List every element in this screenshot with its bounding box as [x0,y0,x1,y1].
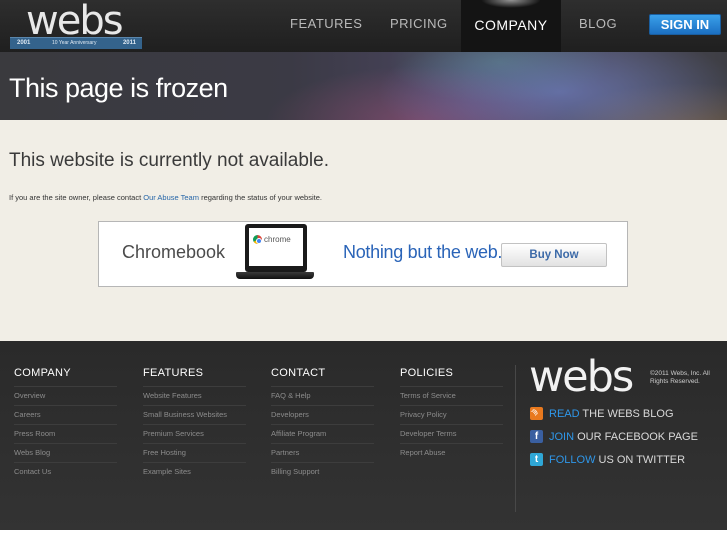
footer-column-contact: CONTACT FAQ & Help Developers Affiliate … [271,367,374,481]
footer-logo[interactable]: webs [529,352,634,402]
footer-column-company: COMPANY Overview Careers Press Room Webs… [14,367,117,481]
footer-link[interactable]: Website Features [143,386,246,405]
footer-column-title: POLICIES [400,367,454,379]
twitter-icon: t [530,452,543,466]
anniversary-ribbon: 2001 10 Year Anniversary 2011 [10,37,142,49]
owner-notice: If you are the site owner, please contac… [9,193,322,202]
footer-column-title: FEATURES [143,367,204,379]
social-text: US ON TWITTER [598,454,686,466]
rss-icon [530,406,543,420]
ribbon-start-year: 2001 [17,40,31,46]
social-highlight: JOIN [549,431,575,443]
nav-company[interactable]: COMPANY [461,0,561,52]
footer-link[interactable]: Developer Terms [400,424,503,443]
page-title: This page is frozen [9,73,228,103]
social-text: OUR FACEBOOK PAGE [577,431,698,443]
social-highlight: READ [549,408,580,420]
webs-logo[interactable]: webs 2001 10 Year Anniversary 2011 [10,0,142,49]
footer-link[interactable]: Terms of Service [400,386,503,405]
footer-column-title: CONTACT [271,367,326,379]
footer-link[interactable]: Careers [14,405,117,424]
social-text: THE WEBS BLOG [582,408,674,420]
ad-product-name: Chromebook [122,242,226,262]
footer-column-features: FEATURES Website Features Small Business… [143,367,246,481]
nav-features[interactable]: FEATURES [290,0,362,52]
notice-suffix: regarding the status of your website. [198,193,322,202]
chrome-icon [253,235,262,244]
footer-link[interactable]: Privacy Policy [400,405,503,424]
notice-prefix: If you are the site owner, please contac… [9,193,144,202]
facebook-icon: f [530,429,543,443]
twitter-link[interactable]: t FOLLOW US ON TWITTER [530,452,686,467]
read-blog-link[interactable]: READ THE WEBS BLOG [530,406,674,421]
footer-link[interactable]: Partners [271,443,374,462]
footer-column-title: COMPANY [14,367,71,379]
footer-link[interactable]: Affiliate Program [271,424,374,443]
top-navigation-bar: webs 2001 10 Year Anniversary 2011 FEATU… [0,0,727,52]
nav-blog[interactable]: BLOG [579,0,617,52]
footer-link[interactable]: Free Hosting [143,443,246,462]
ad-slogan: Nothing but the web. [343,242,503,262]
laptop-screen: chrome [249,228,303,266]
footer-link[interactable]: Press Room [14,424,117,443]
laptop-base [236,272,314,279]
ribbon-caption: 10 Year Anniversary [52,40,97,46]
site-footer: COMPANY Overview Careers Press Room Webs… [0,341,727,530]
buy-now-button[interactable]: Buy Now [501,243,607,267]
footer-link[interactable]: Small Business Websites [143,405,246,424]
laptop-image: chrome [245,224,307,272]
footer-link[interactable]: Billing Support [271,462,374,481]
footer-link[interactable]: Overview [14,386,117,405]
screen-brand: chrome [264,235,291,244]
page-bottom-margin [0,530,727,545]
footer-link[interactable]: Report Abuse [400,443,503,462]
copyright-notice: ©2011 Webs, Inc. All Rights Reserved. [650,370,710,385]
footer-link[interactable]: FAQ & Help [271,386,374,405]
footer-link[interactable]: Webs Blog [14,443,117,462]
footer-link[interactable]: Developers [271,405,374,424]
social-highlight: FOLLOW [549,454,596,466]
ribbon-end-year: 2011 [122,40,136,46]
unavailable-headline: This website is currently not available. [9,150,329,171]
chromebook-ad-banner[interactable]: Chromebook chrome Nothing but the web. B… [98,221,628,287]
nav-pricing[interactable]: PRICING [390,0,448,52]
footer-link[interactable]: Example Sites [143,462,246,481]
facebook-link[interactable]: f JOIN OUR FACEBOOK PAGE [530,429,698,444]
footer-link[interactable]: Contact Us [14,462,117,481]
sign-in-button[interactable]: SIGN IN [649,14,721,35]
abuse-team-link[interactable]: Our Abuse Team [143,193,199,202]
footer-divider [515,365,516,512]
footer-link[interactable]: Premium Services [143,424,246,443]
page-banner: This page is frozen [0,52,727,120]
main-content: This website is currently not available.… [0,120,727,341]
footer-column-policies: POLICIES Terms of Service Privacy Policy… [400,367,503,462]
